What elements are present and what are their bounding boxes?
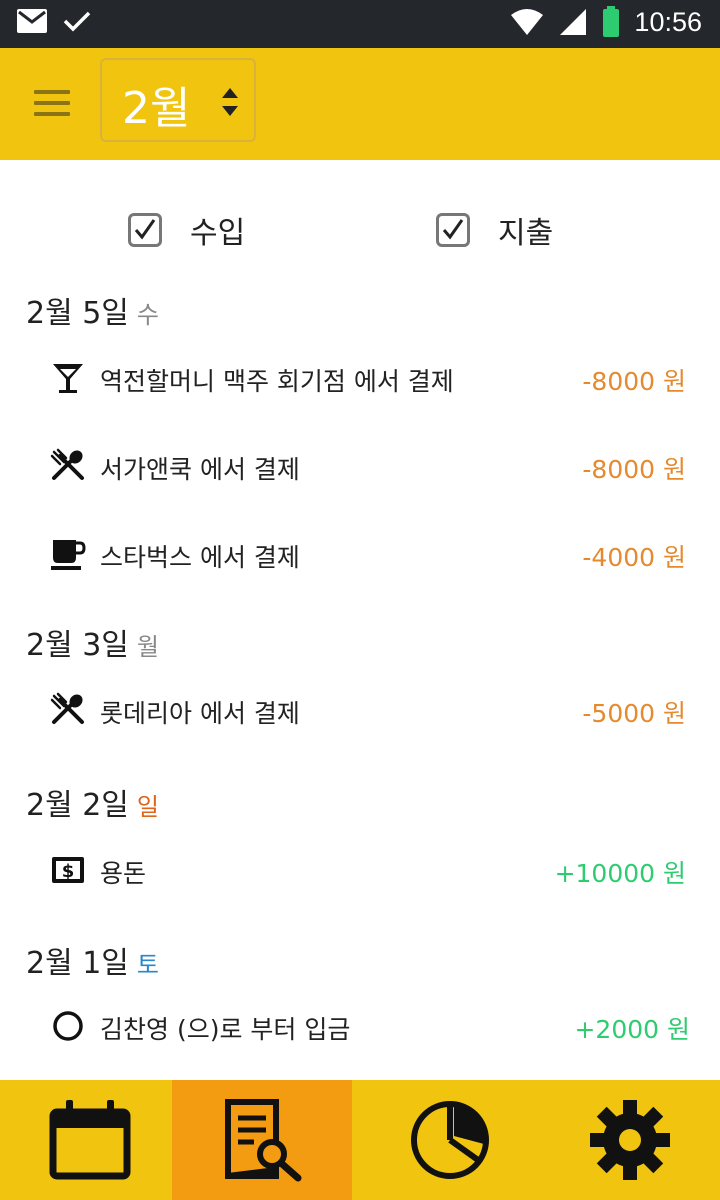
date-header: 2월 5일 수 [26,288,159,332]
settings-tab[interactable] [540,1080,720,1200]
wifi-icon [511,9,544,35]
transaction-title: 역전할머니 맥주 회기점 에서 결제 [100,367,454,396]
expense-label: 지출 [498,216,554,251]
status-bar: 10:56 [0,0,720,48]
transaction-row[interactable]: $ 용돈 +10000 원 [0,840,720,900]
month-label: 2월 [122,83,191,134]
statistics-tab[interactable] [360,1080,540,1200]
circle-icon [53,1011,83,1041]
date-text: 2월 5일 [26,296,129,331]
check-icon [63,11,91,32]
transaction-title: 용돈 [100,859,147,888]
income-label: 수입 [190,216,246,251]
calendar-tab[interactable] [0,1080,180,1200]
transaction-amount: -8000 원 [582,367,686,396]
sort-arrows-icon [222,88,238,116]
mail-icon [17,9,47,33]
pie-chart-icon [411,1101,489,1179]
coffee-icon [51,540,86,570]
money-icon: $ [52,857,84,883]
expense-filter[interactable]: 지출 [436,208,553,252]
transaction-title: 스타벅스 에서 결제 [100,543,300,572]
bottom-nav [0,1080,720,1200]
clock: 10:56 [634,6,702,37]
calendar-icon [49,1100,131,1180]
restaurant-icon [50,448,84,480]
weekday-text: 월 [136,633,160,661]
income-checkbox[interactable] [128,213,162,247]
transaction-row[interactable]: 역전할머니 맥주 회기점 에서 결제 -8000 원 [0,348,720,408]
transaction-title: 김찬영 (으)로 부터 입금 [100,1015,351,1044]
transaction-row[interactable]: 스타벅스 에서 결제 -4000 원 [0,524,720,584]
transaction-title: 서가앤쿡 에서 결제 [100,455,300,484]
expense-checkbox[interactable] [436,213,470,247]
date-text: 2월 3일 [26,628,129,663]
restaurant-icon [50,692,84,724]
search-document-icon [225,1099,302,1182]
transaction-row[interactable]: 서가앤쿡 에서 결제 -8000 원 [0,436,720,496]
transaction-row[interactable]: 롯데리아 에서 결제 -5000 원 [0,680,720,740]
transaction-amount: -4000 원 [582,543,686,572]
weekday-text: 토 [136,951,160,979]
transaction-title: 롯데리아 에서 결제 [100,699,300,728]
svg-text:$: $ [62,861,75,882]
date-header: 2월 1일 토 [26,938,159,982]
signal-icon [560,9,587,35]
transaction-amount: -8000 원 [582,455,686,484]
app-bar: 2월 [0,48,720,160]
transaction-row[interactable]: 김찬영 (으)로 부터 입금 +2000 원 [0,996,720,1056]
transaction-amount: -5000 원 [582,699,686,728]
filter-row: 수입 지출 [0,206,720,254]
gear-icon [590,1100,670,1180]
checkmark-icon [134,219,156,240]
date-header: 2월 3일 월 [26,620,159,664]
month-selector[interactable]: 2월 [100,58,256,142]
battery-icon [603,6,620,37]
weekday-text: 일 [136,793,160,821]
list-search-tab[interactable] [172,1080,352,1200]
date-text: 2월 2일 [26,788,129,823]
weekday-text: 수 [136,301,160,329]
checkmark-icon [442,219,464,240]
transaction-amount: +2000 원 [574,1015,690,1044]
transaction-amount: +10000 원 [554,859,686,888]
date-header: 2월 2일 일 [26,780,159,824]
menu-icon[interactable] [32,88,72,120]
cocktail-icon [53,364,83,393]
income-filter[interactable]: 수입 [128,208,245,252]
date-text: 2월 1일 [26,946,129,981]
